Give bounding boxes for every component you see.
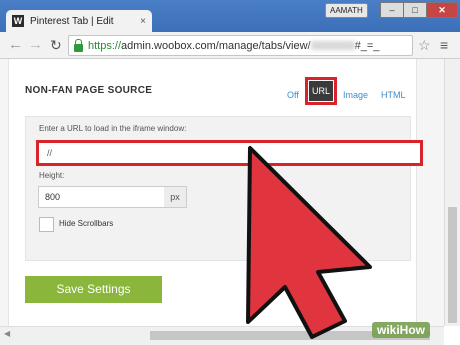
woobox-favicon-icon: W (12, 15, 24, 27)
save-settings-button[interactable]: Save Settings (25, 276, 162, 303)
option-html[interactable]: HTML (381, 90, 406, 100)
menu-icon[interactable]: ≡ (440, 37, 448, 53)
vertical-scroll-thumb[interactable] (448, 207, 457, 323)
bookmark-star-icon[interactable]: ☆ (418, 37, 431, 53)
browser-toolbar: ← → ↻ https://admin.woobox.com/manage/ta… (0, 32, 460, 59)
hide-scrollbars-checkbox[interactable] (39, 217, 54, 232)
page-content: NON-FAN PAGE SOURCE Off URL Image HTML E… (0, 59, 444, 326)
option-url[interactable]: URL (305, 77, 337, 105)
address-bar[interactable]: https://admin.woobox.com/manage/tabs/vie… (68, 35, 413, 56)
browser-tab[interactable]: W Pinterest Tab | Edit × (6, 10, 152, 32)
window-close-icon[interactable]: ✕ (426, 2, 458, 18)
forward-arrow-icon[interactable]: → (28, 36, 43, 54)
scroll-left-icon[interactable]: ◀ (4, 329, 10, 338)
hide-scrollbars-label: Hide Scrollbars (59, 219, 114, 228)
vertical-scrollbar[interactable] (444, 59, 460, 326)
section-title: NON-FAN PAGE SOURCE (25, 85, 153, 96)
height-unit-addon: px (164, 186, 187, 208)
user-profile-badge[interactable]: AAMATH (325, 3, 368, 18)
maximize-icon[interactable]: □ (403, 2, 427, 18)
height-label: Height: (39, 171, 65, 180)
url-field-label: Enter a URL to load in the iframe window… (39, 124, 187, 133)
option-off[interactable]: Off (287, 90, 299, 100)
tab-close-icon[interactable]: × (140, 16, 146, 27)
wikihow-watermark: wikiHow (372, 322, 431, 338)
redacted-id (310, 41, 355, 51)
settings-panel: NON-FAN PAGE SOURCE Off URL Image HTML E… (8, 59, 423, 326)
option-image[interactable]: Image (343, 90, 368, 100)
window-titlebar: W Pinterest Tab | Edit × AAMATH – □ ✕ (0, 0, 460, 32)
height-input[interactable]: 800 (38, 186, 166, 208)
lock-icon (74, 38, 83, 52)
minimize-icon[interactable]: – (380, 2, 404, 18)
tab-title: Pinterest Tab | Edit (30, 15, 114, 27)
iframe-url-input[interactable]: // (36, 140, 423, 166)
url-text: https://admin.woobox.com/manage/tabs/vie… (88, 39, 380, 52)
back-arrow-icon[interactable]: ← (8, 36, 23, 54)
reload-icon[interactable]: ↻ (50, 36, 62, 54)
